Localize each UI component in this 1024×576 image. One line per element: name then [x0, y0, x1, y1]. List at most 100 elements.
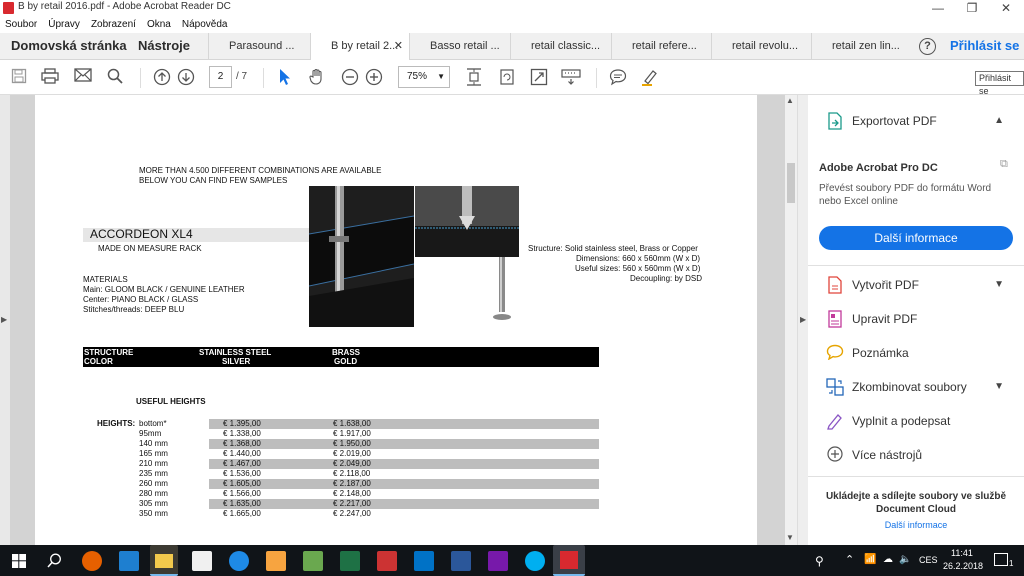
sign-icon [826, 412, 844, 430]
word-icon[interactable] [451, 551, 471, 571]
fit-page-icon[interactable] [464, 68, 484, 88]
next-page-icon[interactable] [176, 68, 196, 88]
skype-icon[interactable] [525, 551, 545, 571]
zoom-out-icon[interactable] [340, 68, 360, 88]
right-panel-toggle[interactable]: ▶ [797, 95, 808, 545]
onedrive-icon[interactable]: ☁ [883, 554, 893, 565]
chevron-up-icon[interactable]: ▲ [994, 110, 1004, 132]
volume-icon[interactable]: 🔈 [899, 554, 911, 565]
select-cursor-icon[interactable] [275, 68, 295, 88]
tool-combine-files[interactable]: Zkombinovat soubory ▼ [826, 376, 1016, 398]
rotate-icon[interactable] [497, 68, 517, 88]
height-cell: 165 mm [139, 449, 168, 458]
input-language[interactable]: CES [919, 555, 938, 565]
prev-page-icon[interactable] [152, 68, 172, 88]
tab-document-active[interactable]: B by retail 2... ✕ [310, 33, 409, 61]
tab-label: retail refere... [632, 40, 697, 52]
tab-document[interactable]: retail refere... [611, 33, 711, 60]
export-pdf-item[interactable]: Exportovat PDF ▲ [826, 110, 1016, 132]
tab-document[interactable]: Basso retail ... [409, 33, 510, 60]
left-panel-toggle[interactable]: ▶ [0, 95, 10, 545]
maximize-button[interactable]: ❐ [955, 0, 989, 16]
comment-icon[interactable] [608, 68, 628, 88]
zoom-in-icon[interactable] [364, 68, 384, 88]
tool-fill-sign[interactable]: Vyplnit a podepsat [826, 410, 1016, 432]
store-icon[interactable] [192, 551, 212, 571]
spec-dimensions: Dimensions: 660 x 560mm (W x D) [576, 254, 701, 263]
tab-home[interactable]: Domovská stránka [0, 33, 127, 60]
signin-link[interactable]: Přihlásit se [950, 33, 1019, 59]
pdf-intro-line1: MORE THAN 4.500 DIFFERENT COMBINATIONS A… [139, 166, 382, 175]
print-icon[interactable] [40, 68, 60, 88]
menu-window[interactable]: Okna [147, 16, 171, 33]
edge-icon[interactable] [119, 551, 139, 571]
onenote-icon[interactable] [488, 551, 508, 571]
tool-comment[interactable]: Poznámka [826, 342, 1016, 364]
paint-icon[interactable] [303, 551, 323, 571]
network-icon[interactable]: 📶 [864, 554, 876, 565]
search-icon[interactable] [105, 68, 125, 88]
scroll-up-icon[interactable]: ▲ [786, 96, 794, 105]
page-number-input[interactable]: 2 [209, 66, 232, 88]
vertical-scrollbar[interactable]: ▲ ▼ [785, 95, 797, 545]
windows-start-icon[interactable] [12, 554, 26, 571]
brass-price: € 1.638,00 [333, 419, 371, 428]
product-photo [308, 186, 415, 327]
page-total: / 7 [236, 71, 248, 82]
media-player-icon[interactable] [266, 551, 286, 571]
clock-time[interactable]: 11:41 [951, 548, 973, 558]
menu-view[interactable]: Zobrazení [91, 16, 136, 33]
excel-icon[interactable] [340, 551, 360, 571]
zoom-select[interactable]: 75% ▼ [398, 66, 450, 88]
tab-label: B by retail 2... [331, 40, 399, 52]
save-icon[interactable] [9, 68, 29, 88]
people-icon[interactable]: ⚲ [815, 554, 824, 568]
chevron-up-icon[interactable]: ⌃ [845, 553, 854, 566]
tools-pane: Exportovat PDF ▲ Adobe Acrobat Pro DC ⧉ … [808, 95, 1024, 545]
email-icon[interactable] [73, 68, 93, 88]
tab-close-icon[interactable]: ✕ [394, 33, 403, 59]
materials-main: Main: GLOOM BLACK / GENUINE LEATHER [83, 285, 245, 294]
chevron-down-icon[interactable]: ▼ [994, 376, 1004, 398]
file-explorer-icon[interactable] [150, 545, 178, 576]
highlight-icon[interactable] [640, 68, 660, 88]
menu-edit[interactable]: Úpravy [48, 16, 80, 33]
chevron-down-icon[interactable]: ▼ [994, 274, 1004, 296]
close-button[interactable]: ✕ [989, 0, 1023, 16]
fullscreen-icon[interactable] [529, 68, 549, 88]
height-cell: 210 mm [139, 459, 168, 468]
tab-document[interactable]: Parasound ... [208, 33, 310, 60]
tool-create-pdf[interactable]: Vytvořit PDF ▼ [826, 274, 1016, 296]
document-cloud-link[interactable]: Další informace [816, 520, 1016, 530]
tab-document[interactable]: retail classic... [510, 33, 611, 60]
mail-app-icon[interactable] [229, 551, 249, 571]
menu-file[interactable]: Soubor [5, 16, 37, 33]
tool-more-tools[interactable]: Více nástrojů [826, 444, 1016, 466]
tab-tools[interactable]: Nástroje [138, 33, 190, 60]
keyboard-icon[interactable] [561, 68, 581, 88]
outlook-icon[interactable] [414, 551, 434, 571]
tool-edit-pdf[interactable]: Upravit PDF [826, 308, 1016, 330]
promo-dismiss-icon[interactable]: ⧉ [1000, 158, 1008, 171]
promo-info-button[interactable]: Další informace [819, 226, 1013, 250]
bar-silver: SILVER [222, 357, 251, 366]
acrobat-taskbar-button[interactable] [553, 545, 585, 576]
brass-price: € 2.247,00 [333, 509, 371, 518]
tab-document[interactable]: retail revolu... [711, 33, 811, 60]
clock-date[interactable]: 26.2.2018 [943, 561, 983, 571]
toolbar-divider [596, 68, 597, 88]
scroll-thumb[interactable] [787, 163, 795, 203]
steel-price: € 1.665,00 [223, 509, 261, 518]
help-icon[interactable]: ? [919, 38, 936, 55]
firefox-icon[interactable] [82, 551, 102, 571]
hand-icon[interactable] [307, 68, 327, 88]
tab-document[interactable]: retail zen lin... [811, 33, 912, 60]
tool-label: Upravit PDF [852, 312, 918, 326]
notification-icon[interactable] [994, 553, 1008, 566]
menu-help[interactable]: Nápověda [182, 16, 228, 33]
scroll-down-icon[interactable]: ▼ [786, 533, 794, 542]
app-icon[interactable] [377, 551, 397, 571]
minimize-button[interactable]: — [921, 0, 955, 16]
height-cell: 260 mm [139, 479, 168, 488]
search-icon[interactable] [47, 553, 62, 571]
